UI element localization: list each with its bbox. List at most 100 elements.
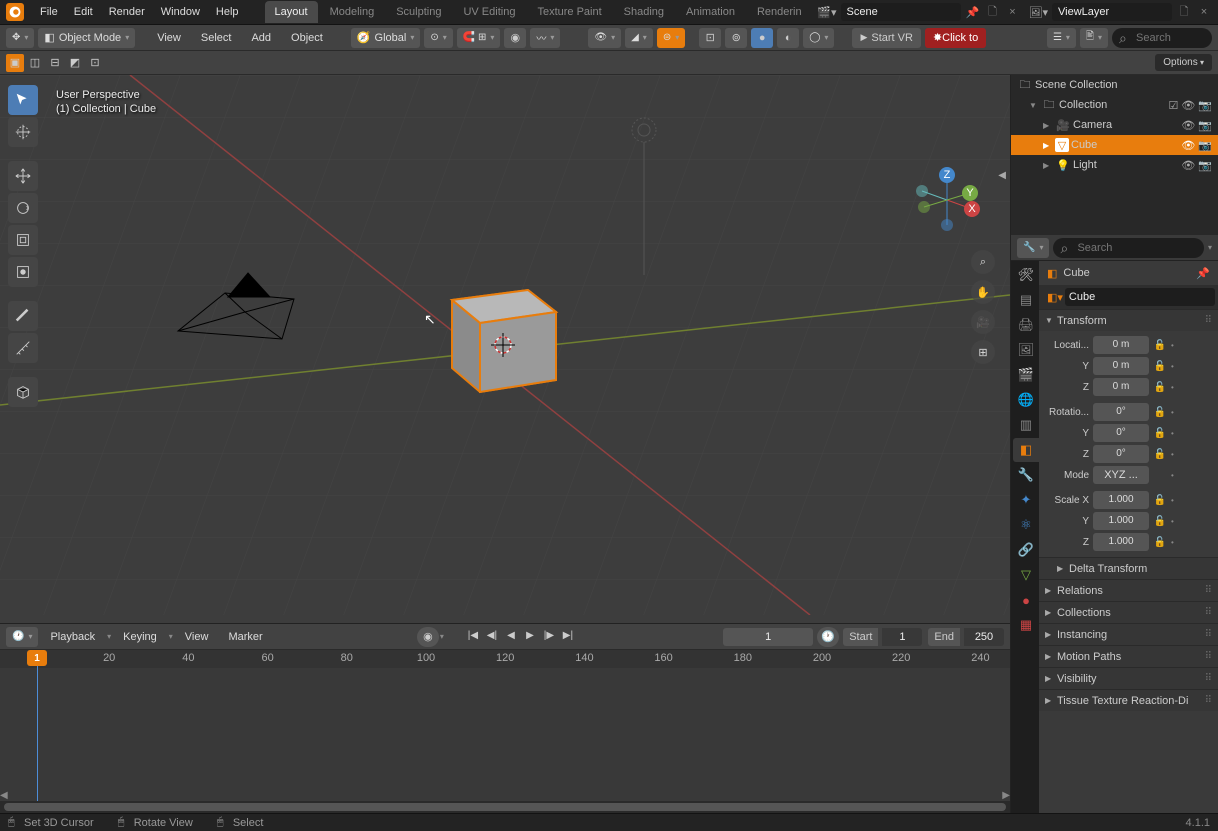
lock-icon[interactable]: 🔓 bbox=[1153, 340, 1167, 351]
timeline-marker-menu[interactable]: Marker bbox=[220, 631, 270, 643]
eye-icon[interactable]: 👁 bbox=[1181, 99, 1195, 112]
timeline-editor-type[interactable]: 🕐 bbox=[6, 627, 38, 647]
camera-render-icon[interactable]: 📷 bbox=[1198, 99, 1212, 112]
xray-toggle-icon[interactable]: ⊡ bbox=[699, 28, 721, 48]
new-viewlayer-icon[interactable]: 🗋 bbox=[1176, 4, 1192, 20]
pin-icon[interactable]: 📌 bbox=[965, 4, 981, 20]
options-icon[interactable]: ▾ bbox=[1208, 243, 1212, 252]
tab-animation[interactable]: Animation bbox=[676, 1, 745, 23]
outliner-display-dropdown[interactable]: 🖹 bbox=[1080, 28, 1108, 48]
new-scene-icon[interactable]: 🗋 bbox=[985, 4, 1001, 20]
tab-shading[interactable]: Shading bbox=[614, 1, 674, 23]
click-to-button[interactable]: ✸ Click to bbox=[925, 28, 986, 48]
menu-select[interactable]: Select bbox=[193, 32, 240, 44]
prop-tab-collection[interactable]: ▥ bbox=[1013, 413, 1039, 437]
eye-icon[interactable]: 👁 bbox=[1181, 119, 1195, 132]
lock-icon[interactable]: 🔓 bbox=[1153, 449, 1167, 460]
shading-wireframe-icon[interactable]: ⊚ bbox=[725, 28, 747, 48]
menu-help[interactable]: Help bbox=[208, 6, 247, 18]
lock-icon[interactable]: 🔓 bbox=[1153, 361, 1167, 372]
prop-tab-viewlayer[interactable]: 🖼 bbox=[1013, 338, 1039, 362]
scene-browse-icon[interactable]: 🎬▾ bbox=[817, 6, 836, 19]
end-frame-input[interactable] bbox=[964, 628, 1004, 646]
start-vr-button[interactable]: Start VR bbox=[852, 28, 921, 48]
select-intersect-icon[interactable]: ◩ bbox=[66, 54, 84, 72]
prop-tab-data[interactable]: ▽ bbox=[1013, 563, 1039, 587]
lock-icon[interactable]: 🔓 bbox=[1153, 495, 1167, 506]
autokey-icon[interactable]: ◉ bbox=[417, 627, 439, 647]
rotation-mode-dropdown[interactable]: XYZ ... bbox=[1093, 466, 1149, 484]
location-x-input[interactable]: 0 m bbox=[1093, 336, 1149, 354]
scene-name-input[interactable] bbox=[841, 3, 961, 21]
zoom-icon[interactable]: ⌕ bbox=[971, 250, 995, 274]
rotation-z-input[interactable]: 0° bbox=[1093, 445, 1149, 463]
rotation-x-input[interactable]: 0° bbox=[1093, 403, 1149, 421]
menu-add[interactable]: Add bbox=[243, 32, 279, 44]
tool-annotate[interactable] bbox=[8, 301, 38, 331]
tab-uv[interactable]: UV Editing bbox=[453, 1, 525, 23]
outliner-item-camera[interactable]: ▶🎥Camera 👁📷 bbox=[1011, 115, 1218, 135]
tab-modeling[interactable]: Modeling bbox=[320, 1, 385, 23]
tab-rendering[interactable]: Renderin bbox=[747, 1, 812, 23]
orientation-dropdown[interactable]: 🧭Global bbox=[351, 28, 421, 48]
preview-range-icon[interactable]: 🕐 bbox=[817, 627, 839, 647]
current-frame-input[interactable] bbox=[723, 628, 813, 646]
location-z-input[interactable]: 0 m bbox=[1093, 378, 1149, 396]
next-keyframe-icon[interactable]: |▶ bbox=[540, 627, 558, 645]
3d-viewport[interactable]: User Perspective (1) Collection | Cube ◀ bbox=[0, 75, 1010, 623]
pan-icon[interactable]: ✋ bbox=[971, 280, 995, 304]
menu-object[interactable]: Object bbox=[283, 32, 331, 44]
lock-icon[interactable]: 🔓 bbox=[1153, 516, 1167, 527]
start-frame-input[interactable] bbox=[882, 628, 922, 646]
tool-transform[interactable] bbox=[8, 257, 38, 287]
prop-tab-physics[interactable]: ⚛ bbox=[1013, 513, 1039, 537]
select-all-icon[interactable]: ▣ bbox=[6, 54, 24, 72]
tool-move[interactable] bbox=[8, 161, 38, 191]
panel-instancing[interactable]: ▶Instancing⠿ bbox=[1039, 623, 1218, 645]
outliner-item-cube[interactable]: ▶▽Cube 👁📷 bbox=[1011, 135, 1218, 155]
jump-end-icon[interactable]: ▶| bbox=[559, 627, 577, 645]
scale-y-input[interactable]: 1.000 bbox=[1093, 512, 1149, 530]
outliner-scene-collection[interactable]: 🗀Scene Collection bbox=[1011, 75, 1218, 95]
panel-tissue[interactable]: ▶Tissue Texture Reaction-Di⠿ bbox=[1039, 689, 1218, 711]
tool-select-box[interactable] bbox=[8, 85, 38, 115]
object-data-name-input[interactable] bbox=[1065, 288, 1215, 306]
checkbox-icon[interactable]: ☑ bbox=[1168, 99, 1178, 112]
lock-icon[interactable]: 🔓 bbox=[1153, 382, 1167, 393]
eye-icon[interactable]: 👁 bbox=[1181, 139, 1195, 152]
properties-editor-type[interactable]: 🔧 bbox=[1017, 238, 1049, 258]
timeline-keying-menu[interactable]: Keying bbox=[115, 631, 165, 643]
camera-render-icon[interactable]: 📷 bbox=[1198, 139, 1212, 152]
prop-tab-constraints[interactable]: 🔗 bbox=[1013, 538, 1039, 562]
viewlayer-browse-icon[interactable]: 🖼▾ bbox=[1029, 6, 1049, 19]
panel-visibility[interactable]: ▶Visibility⠿ bbox=[1039, 667, 1218, 689]
prop-tab-texture[interactable]: ▦ bbox=[1013, 613, 1039, 637]
outliner-collection[interactable]: ▼🗀Collection ☑👁📷 bbox=[1011, 95, 1218, 115]
timeline-ruler[interactable]: 120406080100120140160180200220240 bbox=[0, 650, 1010, 668]
perspective-toggle-icon[interactable]: ⊞ bbox=[971, 340, 995, 364]
prev-keyframe-icon[interactable]: ◀| bbox=[483, 627, 501, 645]
timeline-view-menu[interactable]: View bbox=[177, 631, 217, 643]
properties-search-input[interactable] bbox=[1053, 238, 1204, 258]
tool-add-cube[interactable] bbox=[8, 377, 38, 407]
timeline-scrollbar[interactable] bbox=[0, 801, 1010, 813]
pivot-dropdown[interactable]: ⊙ bbox=[424, 28, 452, 48]
outliner-search-input[interactable] bbox=[1112, 28, 1212, 48]
lock-icon[interactable]: 🔓 bbox=[1153, 407, 1167, 418]
shading-rendered-dropdown[interactable]: ◯ bbox=[803, 28, 834, 48]
prop-tab-world[interactable]: 🌐 bbox=[1013, 388, 1039, 412]
panel-transform[interactable]: ▼Transform⠿ bbox=[1039, 309, 1218, 331]
menu-edit[interactable]: Edit bbox=[66, 6, 101, 18]
select-invert-icon[interactable]: ⊡ bbox=[86, 54, 104, 72]
menu-view[interactable]: View bbox=[149, 32, 189, 44]
outliner-item-light[interactable]: ▶💡Light 👁📷 bbox=[1011, 155, 1218, 175]
panel-collections[interactable]: ▶Collections⠿ bbox=[1039, 601, 1218, 623]
timeline-track[interactable]: 1 ◀ ▶ bbox=[0, 668, 1010, 801]
play-reverse-icon[interactable]: ◀ bbox=[502, 627, 520, 645]
menu-file[interactable]: File bbox=[32, 6, 66, 18]
camera-render-icon[interactable]: 📷 bbox=[1198, 119, 1212, 132]
mode-dropdown[interactable]: ◧Object Mode bbox=[38, 28, 135, 48]
panel-delta-transform[interactable]: ▶Delta Transform bbox=[1039, 557, 1218, 579]
pin-icon[interactable]: 📌 bbox=[1196, 267, 1210, 280]
options-dropdown[interactable]: Options bbox=[1155, 54, 1212, 71]
